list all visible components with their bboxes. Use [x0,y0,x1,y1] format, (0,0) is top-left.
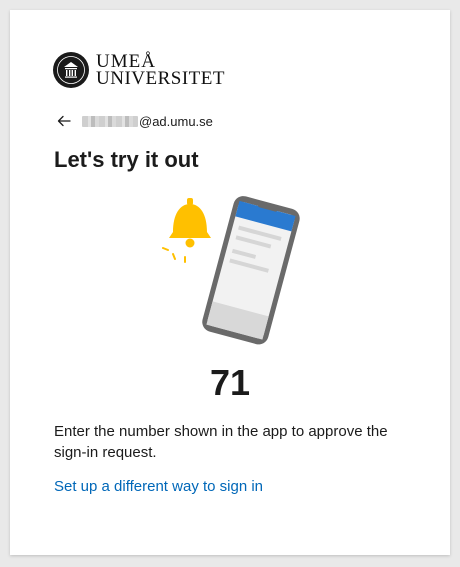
page-title: Let's try it out [54,147,199,172]
instruction-text: Enter the number shown in the app to app… [54,423,388,461]
signin-card: UMEÅ UNIVERSITET @ad.umu.se Let's try it… [10,10,450,555]
masked-username [82,115,138,127]
university-seal-icon [53,52,89,88]
verification-number: 71 [209,362,251,403]
phone-notification-illustration [162,196,300,345]
phone-icon [202,196,300,345]
back-arrow-icon[interactable] [56,113,72,129]
bell-icon [162,198,211,263]
account-identity: @ad.umu.se [56,113,213,129]
different-signin-method-link[interactable]: Set up a different way to sign in [54,478,263,495]
university-logo: UMEÅ UNIVERSITET [53,52,225,88]
university-name-line2: UNIVERSITET [96,68,225,89]
account-domain: @ad.umu.se [139,113,213,129]
university-name: UMEÅ UNIVERSITET [96,52,225,89]
